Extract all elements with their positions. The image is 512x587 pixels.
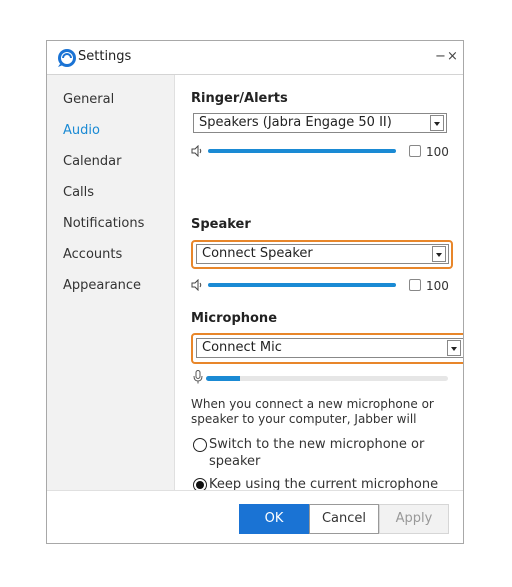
- chevron-down-icon: [447, 340, 461, 356]
- sidebar-item-calendar[interactable]: Calendar: [63, 154, 121, 169]
- settings-window: Settings − × General Audio Calendar Call…: [46, 40, 464, 544]
- sidebar-item-audio[interactable]: Audio: [63, 123, 100, 138]
- cancel-button[interactable]: Cancel: [309, 504, 379, 534]
- sidebar-item-notifications[interactable]: Notifications: [63, 216, 144, 231]
- radio-keep-current[interactable]: [193, 478, 207, 490]
- minimize-button[interactable]: −: [435, 49, 446, 65]
- option-switch-label: Switch to the new microphone or speaker: [209, 437, 425, 469]
- speaker-volume-slider[interactable]: [208, 283, 396, 287]
- ok-button[interactable]: OK: [239, 504, 309, 534]
- settings-sidebar: General Audio Calendar Calls Notificatio…: [47, 75, 175, 490]
- apply-button[interactable]: Apply: [379, 504, 449, 534]
- sidebar-item-accounts[interactable]: Accounts: [63, 247, 122, 262]
- close-button[interactable]: ×: [447, 49, 458, 65]
- ringer-device-value: Speakers (Jabra Engage 50 II): [199, 115, 392, 130]
- microphone-device-value: Connect Mic: [202, 340, 282, 355]
- dialog-footer: OK Cancel Apply: [47, 490, 463, 543]
- speaker-volume-icon: [191, 279, 202, 291]
- ringer-volume-slider[interactable]: [208, 149, 396, 153]
- chevron-down-icon: [432, 246, 446, 262]
- ringer-heading: Ringer/Alerts: [191, 91, 288, 106]
- ringer-volume-thumb[interactable]: [409, 145, 421, 157]
- ringer-device-select[interactable]: Speakers (Jabra Engage 50 II): [193, 113, 447, 133]
- speaker-volume-value: 100: [426, 279, 449, 293]
- microphone-icon: [193, 370, 203, 384]
- jabber-logo-icon: [58, 49, 76, 67]
- window-title: Settings: [78, 49, 132, 64]
- sidebar-item-calls[interactable]: Calls: [63, 185, 94, 200]
- radio-switch-to-new[interactable]: [193, 438, 207, 452]
- audio-settings-panel: Ringer/Alerts Speakers (Jabra Engage 50 …: [175, 75, 463, 490]
- speaker-device-select[interactable]: Connect Speaker: [196, 244, 449, 264]
- microphone-device-select[interactable]: Connect Mic: [196, 338, 463, 358]
- speaker-volume-thumb[interactable]: [409, 279, 421, 291]
- speaker-volume-icon: [191, 145, 202, 157]
- speaker-device-value: Connect Speaker: [202, 246, 313, 261]
- microphone-level-fill: [206, 376, 240, 381]
- microphone-heading: Microphone: [191, 311, 278, 326]
- option-keep-label: Keep using the current microphone or spe…: [209, 477, 439, 490]
- speaker-heading: Speaker: [191, 217, 251, 232]
- chevron-down-icon: [430, 115, 444, 131]
- ringer-volume-value: 100: [426, 145, 449, 159]
- option-switch-to-new[interactable]: Switch to the new microphone or speaker: [193, 436, 455, 472]
- option-keep-current[interactable]: Keep using the current microphone or spe…: [193, 476, 455, 490]
- device-switch-info: When you connect a new microphone or spe…: [191, 397, 434, 426]
- microphone-level-meter: [206, 376, 448, 381]
- sidebar-item-general[interactable]: General: [63, 92, 114, 107]
- sidebar-item-appearance[interactable]: Appearance: [63, 278, 141, 293]
- title-bar: Settings − ×: [47, 41, 463, 75]
